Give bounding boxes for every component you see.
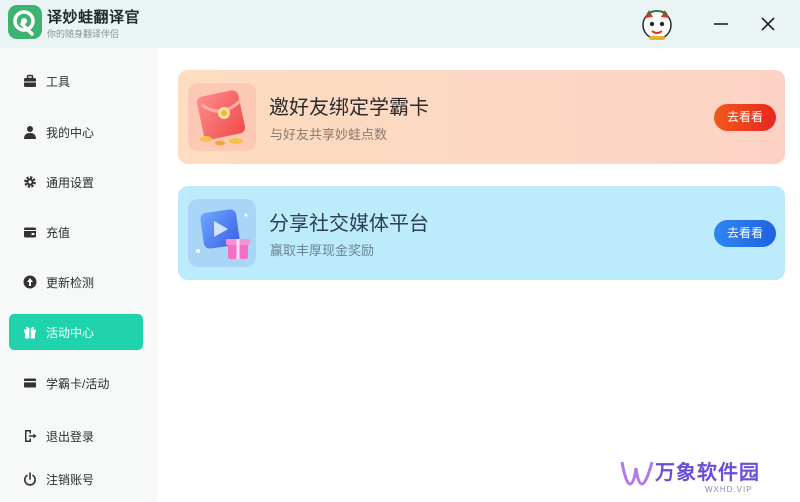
update-icon — [23, 275, 37, 289]
briefcase-icon — [24, 74, 36, 87]
card-subtitle: 赢取丰厚现金奖励 — [270, 243, 375, 258]
card-icon — [24, 378, 36, 388]
minimize-button[interactable] — [703, 6, 739, 42]
sidebar-item-update[interactable]: 更新检测 — [9, 264, 143, 300]
sidebar-item-label: 充值 — [46, 226, 71, 240]
gift-icon — [24, 326, 36, 339]
minimize-icon — [714, 23, 728, 25]
sidebar-item-label: 更新检测 — [46, 276, 95, 290]
sidebar-item-label: 工具 — [46, 75, 71, 89]
card-title: 邀好友绑定学霸卡 — [269, 97, 429, 119]
main-content: 邀好友绑定学霸卡 与好友共享妙蛙点数 去看看 分享社交媒体平台 赢取丰厚现金奖励… — [157, 48, 800, 502]
watermark-text: 万象软件园 — [655, 462, 760, 484]
activity-card-invite[interactable]: 邀好友绑定学霸卡 与好友共享妙蛙点数 去看看 — [178, 70, 785, 164]
logout-icon — [25, 430, 37, 442]
sidebar-item-tools[interactable]: 工具 — [9, 63, 143, 99]
watermark-domain: WXHD.VIP — [705, 485, 753, 494]
sidebar-item-logout[interactable]: 退出登录 — [9, 418, 143, 454]
sidebar-item-label: 学霸卡/活动 — [46, 377, 110, 391]
gear-icon — [24, 176, 36, 188]
card-subtitle: 与好友共享妙蛙点数 — [270, 127, 388, 142]
watermark-logo-icon — [620, 461, 654, 486]
sidebar-item-settings[interactable]: 通用设置 — [9, 164, 143, 200]
watermark: 万象软件园 WXHD.VIP — [600, 452, 800, 502]
app-logo-icon — [8, 5, 42, 39]
sidebar-item-activity[interactable]: 活动中心 — [9, 314, 143, 350]
sidebar-item-card[interactable]: 学霸卡/活动 — [9, 365, 143, 401]
power-icon — [24, 472, 36, 486]
user-icon — [24, 126, 36, 139]
sidebar-item-deactivate[interactable]: 注销账号 — [9, 461, 143, 497]
sidebar-item-label: 通用设置 — [46, 176, 95, 190]
app-name: 译妙蛙翻译官 — [47, 9, 141, 26]
close-button[interactable] — [750, 6, 786, 42]
share-gift-icon — [188, 199, 256, 267]
sidebar-item-label: 注销账号 — [46, 473, 95, 487]
sidebar-item-my-center[interactable]: 我的中心 — [9, 114, 143, 150]
sidebar-item-label: 我的中心 — [46, 126, 95, 140]
card-title: 分享社交媒体平台 — [269, 213, 429, 235]
activity-card-share[interactable]: 分享社交媒体平台 赢取丰厚现金奖励 去看看 — [178, 186, 785, 280]
close-icon — [761, 17, 775, 31]
red-envelope-icon — [188, 83, 256, 151]
sidebar-item-recharge[interactable]: 充值 — [9, 214, 143, 250]
sidebar-item-label: 活动中心 — [46, 326, 95, 340]
avatar[interactable] — [639, 6, 675, 42]
sidebar-item-label: 退出登录 — [46, 430, 95, 444]
sidebar: 工具 我的中心 通用设置 充值 更新检测 活动中心 学霸卡/活动 退出登录 注销… — [0, 48, 157, 502]
view-button[interactable]: 去看看 — [714, 104, 776, 131]
wallet-icon — [24, 227, 36, 238]
view-button[interactable]: 去看看 — [714, 220, 776, 247]
title-bar[interactable]: 译妙蛙翻译官 你的随身翻译伴侣 — [0, 0, 800, 48]
app-window: 译妙蛙翻译官 你的随身翻译伴侣 工具 我的中心 通用设置 充值 更新检测 活动中… — [0, 0, 800, 502]
app-slogan: 你的随身翻译伴侣 — [47, 29, 120, 39]
